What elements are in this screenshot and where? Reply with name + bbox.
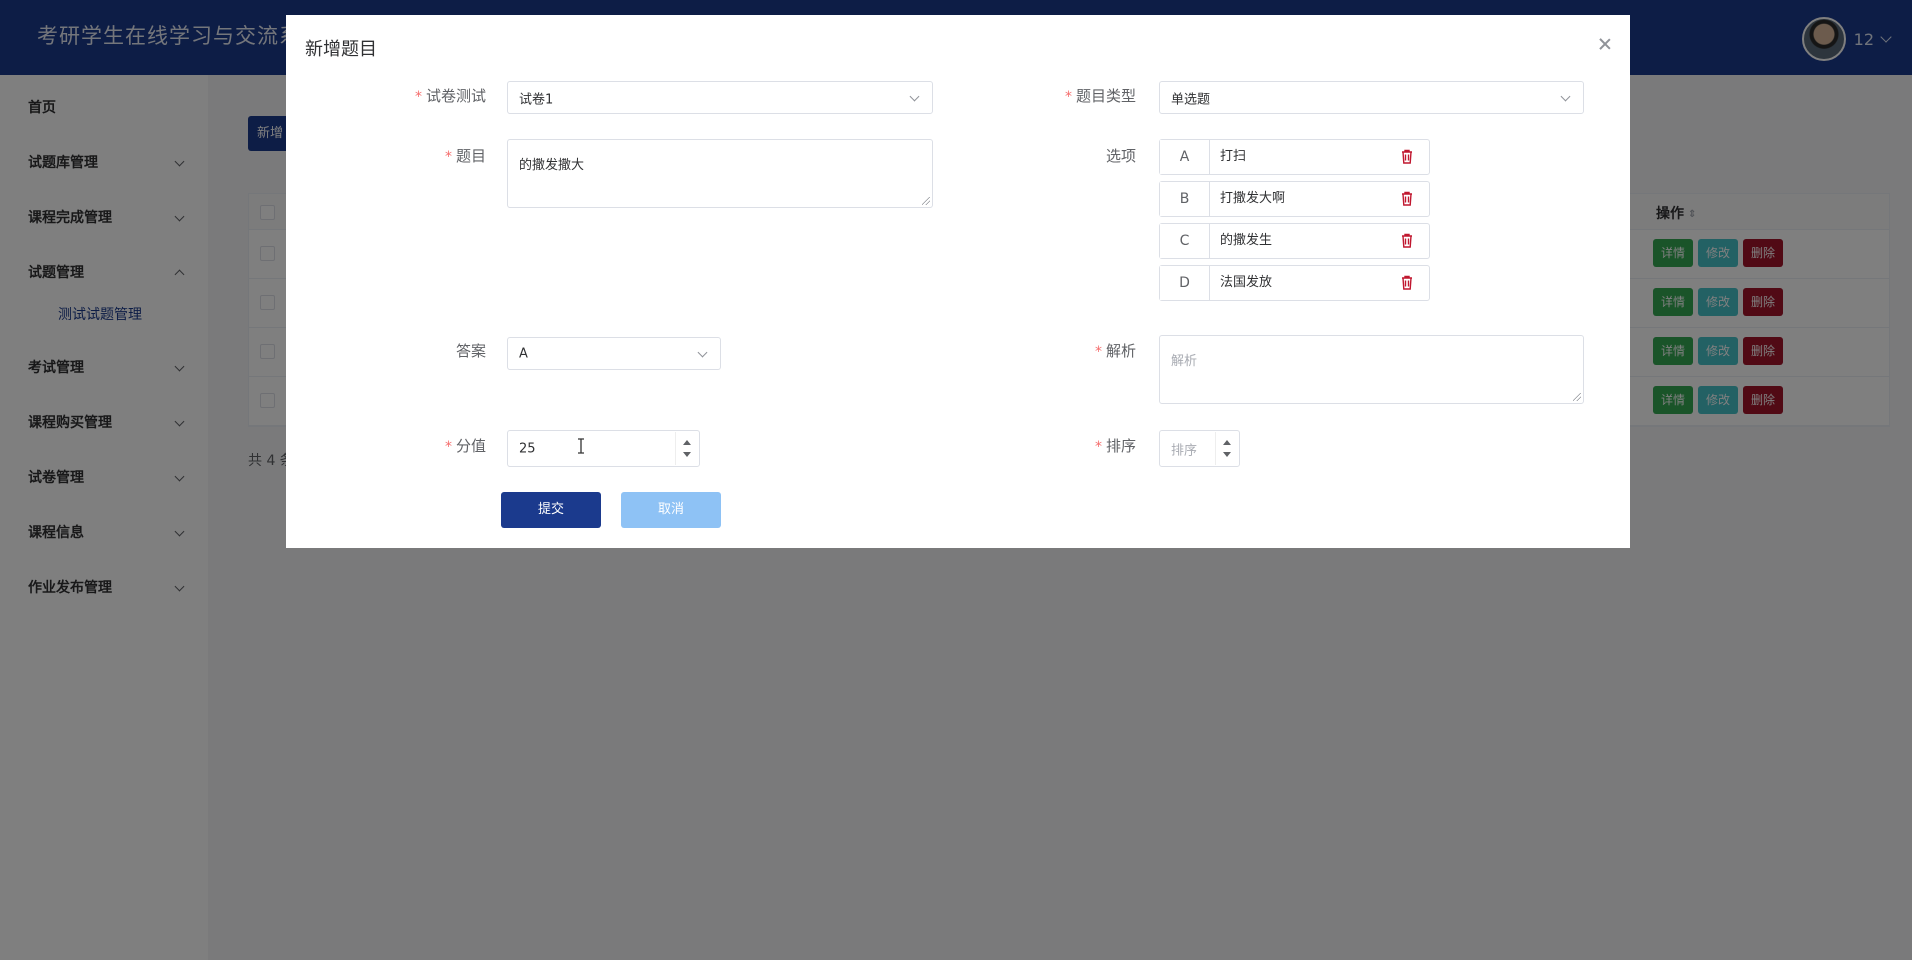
option-row-d: D 法国发放 xyxy=(1159,265,1430,301)
options-label: 选项 xyxy=(1105,147,1136,165)
option-row-b: B 打撒发大啊 xyxy=(1159,181,1430,217)
chevron-down-icon xyxy=(1560,91,1571,101)
analysis-placeholder: 解析 xyxy=(1171,354,1198,369)
analysis-textarea[interactable]: 解析 xyxy=(1159,335,1584,404)
option-input[interactable]: 法国发放 xyxy=(1220,266,1272,300)
question-type-select[interactable]: 单选题 xyxy=(1159,81,1584,114)
question-label: * 题目 xyxy=(444,147,486,165)
option-key: D xyxy=(1160,266,1210,300)
sort-stepper[interactable] xyxy=(1215,432,1238,465)
decrement-icon[interactable] xyxy=(1223,452,1231,457)
chevron-down-icon xyxy=(697,347,708,357)
option-row-a: A 打扫 xyxy=(1159,139,1430,175)
resize-handle-icon[interactable] xyxy=(1573,393,1581,401)
paper-label: * 试卷测试 xyxy=(414,87,486,105)
sort-placeholder: 排序 xyxy=(1171,443,1198,458)
cancel-button[interactable]: 取消 xyxy=(621,492,721,528)
analysis-label: * 解析 xyxy=(1094,342,1136,360)
paper-select-value: 试卷1 xyxy=(519,92,554,107)
question-type-label: * 题目类型 xyxy=(1064,87,1136,105)
question-text: 的撒发撒大 xyxy=(519,158,585,173)
resize-handle-icon[interactable] xyxy=(922,197,930,205)
question-textarea[interactable]: 的撒发撒大 xyxy=(507,139,933,208)
sort-label: * 排序 xyxy=(1094,437,1136,455)
score-stepper[interactable] xyxy=(675,432,698,465)
paper-select[interactable]: 试卷1 xyxy=(507,81,933,114)
sort-input[interactable]: 排序 xyxy=(1159,430,1240,467)
text-cursor-icon xyxy=(578,438,584,454)
submit-button[interactable]: 提交 xyxy=(501,492,601,528)
option-row-c: C 的撒发生 xyxy=(1159,223,1430,259)
close-icon[interactable] xyxy=(1597,36,1613,52)
trash-icon[interactable] xyxy=(1401,233,1413,248)
chevron-down-icon xyxy=(909,91,920,101)
question-type-value: 单选题 xyxy=(1171,92,1211,107)
option-key: A xyxy=(1160,140,1210,174)
add-question-dialog: 新增题目 * 试卷测试 试卷1 * 题目类型 单选题 * 题目 的撒发撒大 选项 A … xyxy=(286,15,1630,548)
answer-value: A xyxy=(519,346,528,361)
option-input[interactable]: 打扫 xyxy=(1220,140,1246,174)
score-input[interactable]: 25 xyxy=(507,430,700,467)
answer-select[interactable]: A xyxy=(507,337,721,370)
score-label: * 分值 xyxy=(444,437,486,455)
option-input[interactable]: 的撒发生 xyxy=(1220,224,1272,258)
answer-label: 答案 xyxy=(455,342,486,360)
trash-icon[interactable] xyxy=(1401,275,1413,290)
score-value: 25 xyxy=(519,441,536,456)
increment-icon[interactable] xyxy=(1223,440,1231,445)
trash-icon[interactable] xyxy=(1401,149,1413,164)
option-key: C xyxy=(1160,224,1210,258)
option-input[interactable]: 打撒发大啊 xyxy=(1220,182,1285,216)
increment-icon[interactable] xyxy=(683,440,691,445)
dialog-title: 新增题目 xyxy=(305,39,377,60)
option-key: B xyxy=(1160,182,1210,216)
trash-icon[interactable] xyxy=(1401,191,1413,206)
decrement-icon[interactable] xyxy=(683,452,691,457)
